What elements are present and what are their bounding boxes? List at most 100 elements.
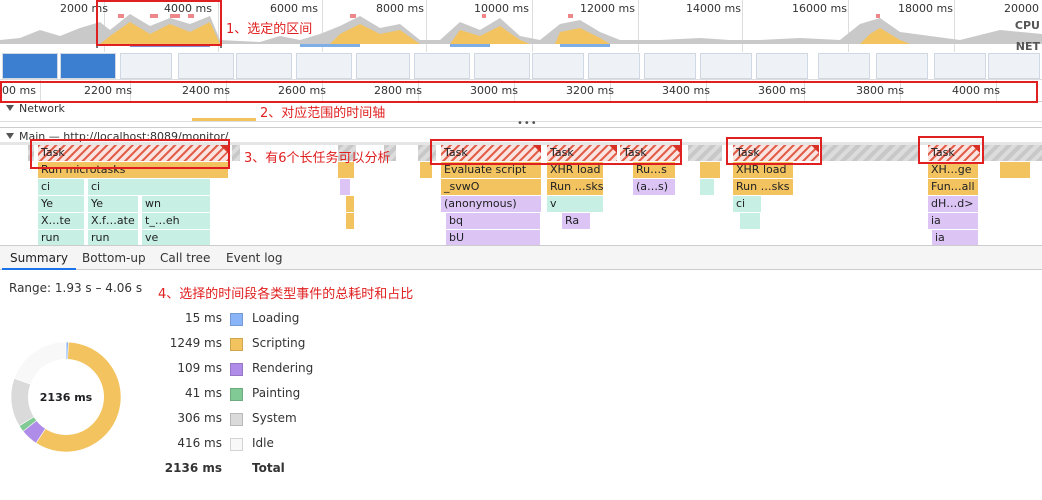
flame-block[interactable] — [688, 145, 722, 161]
flame-block[interactable]: run — [88, 230, 138, 245]
legend-row-idle: 416 ms Idle — [0, 436, 400, 454]
legend-row-loading: 15 ms Loading — [0, 311, 400, 329]
flame-block[interactable]: dH…d> — [928, 196, 978, 212]
screenshot-thumbnail[interactable] — [700, 53, 752, 79]
legend-name: Total — [252, 461, 285, 475]
screenshot-thumbnail[interactable] — [532, 53, 584, 79]
summary-panel: Range: 1.93 s – 4.06 s 4、选择的时间段各类型事件的总耗时… — [0, 271, 1042, 500]
flame-block[interactable]: Ye — [38, 196, 84, 212]
flame-block[interactable] — [822, 145, 918, 161]
flame-block[interactable] — [346, 196, 354, 212]
flame-block[interactable]: t_…eh — [142, 213, 210, 229]
legend-swatch — [230, 438, 243, 451]
annotation-box-3d — [918, 136, 984, 164]
annotation-3: 3、有6个长任务可以分析 — [244, 151, 391, 166]
flame-block[interactable]: run — [38, 230, 84, 245]
flame-block[interactable]: (a…s) — [633, 179, 675, 195]
flame-block[interactable] — [700, 179, 714, 195]
flame-block[interactable]: Run …sks — [733, 179, 793, 195]
flame-block[interactable]: _svwO — [441, 179, 541, 195]
flame-block[interactable]: X…te — [38, 213, 84, 229]
legend-row-painting: 41 ms Painting — [0, 386, 400, 404]
details-tabs: Summary Bottom-up Call tree Event log — [0, 245, 1042, 270]
annotation-box-3b — [430, 139, 682, 165]
screenshot-thumbnail[interactable] — [120, 53, 172, 79]
annotation-1: 1、选定的区间 — [226, 22, 313, 37]
performance-panel: 2000 ms 4000 ms 6000 ms 8000 ms 10000 ms… — [0, 0, 1042, 500]
flame-block[interactable]: XH…ge — [928, 162, 978, 178]
legend-value: 15 ms — [184, 311, 222, 325]
screenshot-thumbnail[interactable] — [236, 53, 292, 79]
screenshot-thumbnail[interactable] — [60, 53, 116, 79]
screenshot-thumbnail[interactable] — [756, 53, 808, 79]
flame-block[interactable]: ia — [928, 213, 978, 229]
screenshot-thumbnail[interactable] — [988, 53, 1040, 79]
tab-summary[interactable]: Summary — [2, 246, 76, 270]
flame-block[interactable]: Fun…all — [928, 179, 978, 195]
cpu-label: CPU — [1014, 19, 1040, 32]
flame-block[interactable]: Run …sks — [547, 179, 603, 195]
legend-row-scripting: 1249 ms Scripting — [0, 336, 400, 354]
legend-value: 416 ms — [177, 436, 222, 450]
screenshot-thumbnail[interactable] — [356, 53, 410, 79]
screenshot-thumbnail[interactable] — [818, 53, 870, 79]
flame-block[interactable]: ci — [733, 196, 761, 212]
legend-row-system: 306 ms System — [0, 411, 400, 429]
screenshot-thumbnail[interactable] — [2, 53, 58, 79]
overview-label: 20000 r — [1004, 2, 1042, 15]
flame-block[interactable]: X.f…ate — [88, 213, 138, 229]
flame-block[interactable]: (anonymous) — [441, 196, 541, 212]
legend-row-total: 2136 ms Total — [0, 461, 400, 479]
annotation-2: 2、对应范围的时间轴 — [260, 106, 386, 121]
annotation-box-2 — [0, 81, 1038, 103]
flame-block[interactable]: bq — [446, 213, 540, 229]
screenshot-thumbnail[interactable] — [414, 53, 470, 79]
annotation-box-3c — [726, 137, 822, 165]
expand-triangle-icon — [6, 133, 14, 139]
legend-row-rendering: 109 ms Rendering — [0, 361, 400, 379]
screenshot-thumbnail[interactable] — [474, 53, 530, 79]
overview-label: 18000 ms — [898, 2, 953, 15]
overview-label: 12000 ms — [580, 2, 635, 15]
flame-block[interactable]: bU — [446, 230, 540, 245]
flame-block[interactable] — [340, 179, 350, 195]
overview-label: 6000 ms — [270, 2, 318, 15]
flame-block[interactable] — [232, 145, 240, 161]
annotation-4: 4、选择的时间段各类型事件的总耗时和占比 — [158, 287, 414, 302]
flame-block[interactable] — [984, 145, 1042, 161]
tab-bottom-up[interactable]: Bottom-up — [74, 246, 154, 270]
flame-block[interactable]: wn — [142, 196, 210, 212]
tab-event-log[interactable]: Event log — [218, 246, 290, 270]
screenshot-thumbnail[interactable] — [588, 53, 640, 79]
tab-call-tree[interactable]: Call tree — [152, 246, 218, 270]
flame-block[interactable]: v — [547, 196, 603, 212]
flame-block[interactable]: Ra — [562, 213, 590, 229]
legend-name: Rendering — [252, 361, 314, 375]
legend-name: Loading — [252, 311, 300, 325]
legend-name: Idle — [252, 436, 274, 450]
network-track-header[interactable]: Network — [6, 102, 65, 115]
flame-block[interactable]: ia — [932, 230, 978, 245]
flame-block[interactable] — [346, 213, 354, 229]
screenshot-thumbnail[interactable] — [644, 53, 696, 79]
flame-block[interactable] — [740, 213, 760, 229]
legend-swatch — [230, 388, 243, 401]
legend-swatch — [230, 338, 243, 351]
flame-block[interactable]: Ye — [88, 196, 138, 212]
flame-block[interactable] — [700, 162, 720, 178]
annotation-box-3a — [30, 139, 230, 169]
flame-block[interactable]: ci — [88, 179, 210, 195]
legend-swatch — [230, 413, 243, 426]
screenshot-thumbnail[interactable] — [934, 53, 986, 79]
flame-block[interactable]: ci — [38, 179, 84, 195]
network-request-bar[interactable] — [192, 118, 256, 121]
flame-block[interactable]: ve — [142, 230, 210, 245]
legend-value: 1249 ms — [169, 336, 222, 350]
overview-label: 8000 ms — [376, 2, 424, 15]
flame-block[interactable] — [1000, 162, 1030, 178]
screenshot-thumbnail[interactable] — [178, 53, 234, 79]
legend-value: 109 ms — [177, 361, 222, 375]
range-text: Range: 1.93 s – 4.06 s — [9, 281, 143, 295]
screenshot-thumbnail[interactable] — [296, 53, 352, 79]
screenshot-thumbnail[interactable] — [876, 53, 928, 79]
